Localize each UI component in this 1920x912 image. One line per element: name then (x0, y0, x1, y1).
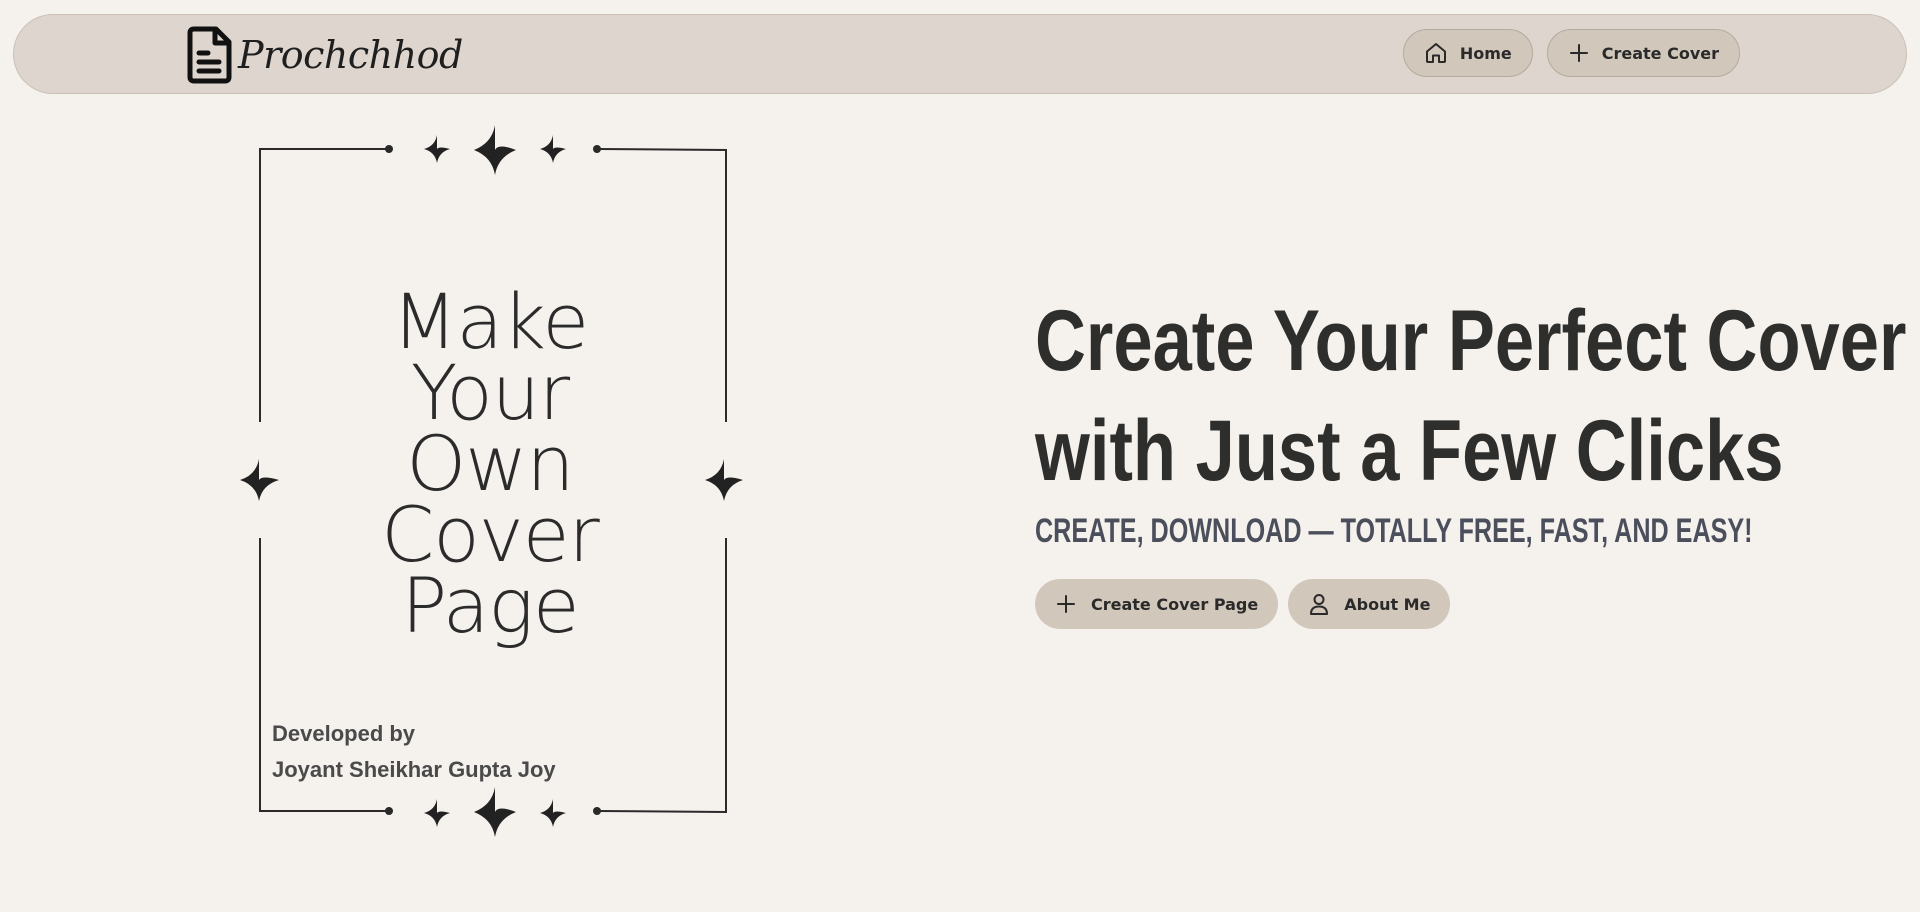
sparkle-icon (424, 135, 450, 163)
create-cover-page-label: Create Cover Page (1091, 594, 1259, 614)
hero-heading-line: Create Your Perfect Cover (1035, 293, 1907, 389)
plus-icon (1055, 593, 1077, 615)
hero-buttons: Create Cover Page About Me (1035, 579, 1451, 629)
hero-heading-line: with Just a Few Clicks (1035, 403, 1784, 499)
hero-heading: Create Your Perfect Cover with Just a Fe… (1035, 286, 1906, 506)
developer-name: Joyant Sheikhar Gupta Joy (272, 757, 556, 782)
developer-credit: Developed by Joyant Sheikhar Gupta Joy (272, 716, 556, 788)
sparkle-icon (424, 799, 450, 827)
sparkle-icon (705, 459, 743, 501)
about-me-label: About Me (1344, 594, 1431, 614)
sparkle-icon (474, 787, 516, 837)
sparkle-icon (540, 135, 566, 163)
home-label: Home (1459, 43, 1512, 63)
hero-section: Create Your Perfect Cover with Just a Fe… (1035, 286, 1920, 629)
frame-dot (385, 145, 393, 153)
cover-title: Make Your Own Cover Page (330, 277, 650, 650)
developed-by-label: Developed by (272, 721, 416, 746)
frame-dot (593, 807, 601, 815)
sparkle-icon (240, 459, 279, 501)
sparkle-icon (540, 799, 566, 827)
cover-title-line: Your (410, 348, 570, 437)
nav-actions: Home Create Cover (1402, 29, 1740, 77)
create-cover-nav-button[interactable]: Create Cover (1546, 29, 1740, 77)
user-icon (1308, 592, 1330, 616)
cover-title-line: Page (401, 561, 579, 650)
create-cover-page-button[interactable]: Create Cover Page (1035, 579, 1279, 629)
hero-subheading: CREATE, DOWNLOAD — TOTALLY FREE, FAST, A… (1035, 512, 1753, 550)
home-icon (1424, 41, 1448, 65)
cover-title-line: Make (391, 277, 589, 366)
frame-dot (593, 145, 601, 153)
about-me-button[interactable]: About Me (1288, 579, 1451, 629)
plus-icon (1568, 42, 1590, 64)
create-cover-label: Create Cover (1601, 43, 1719, 63)
cover-title-line: Cover (381, 490, 600, 579)
cover-title-line: Own (406, 419, 574, 508)
sparkle-icon (474, 125, 516, 175)
frame-dot (385, 807, 393, 815)
home-button[interactable]: Home (1402, 29, 1533, 77)
